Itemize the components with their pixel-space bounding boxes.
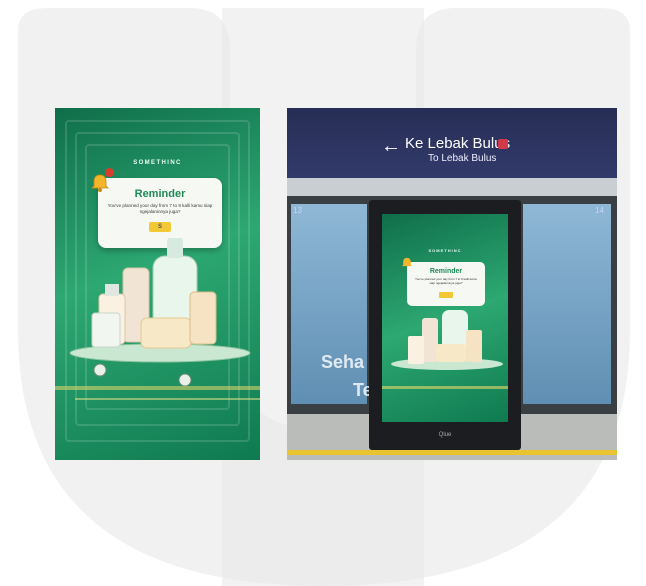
billboard-screen: SOMETHINC Reminder You've planned your d…	[382, 214, 508, 422]
ceiling	[287, 178, 617, 198]
left-arrow-icon: ←	[381, 135, 401, 157]
exit-icon	[498, 139, 508, 149]
door-window-right	[523, 204, 611, 404]
sign-destination-english: To Lebak Bulus	[428, 153, 497, 164]
station-photo: ← Ke Lebak Bulus To Lebak Bulus 13 14 Se…	[287, 108, 617, 460]
platform-safety-line	[287, 450, 617, 455]
train-lettering: Seha	[321, 352, 365, 372]
product-illustration	[382, 310, 508, 389]
kiosk-logo: Qlue	[438, 432, 452, 438]
poster-ad: SOMETHINC Reminder You've planned your d…	[55, 108, 260, 460]
product-illustration	[55, 238, 260, 400]
door-window-left	[291, 204, 367, 404]
sign-destination: Ke Lebak Bulus	[405, 135, 511, 152]
digital-billboard: SOMETHINC Reminder You've planned your d…	[369, 200, 521, 450]
door-number-right: 14	[595, 206, 604, 215]
door-number-left: 13	[293, 206, 302, 215]
